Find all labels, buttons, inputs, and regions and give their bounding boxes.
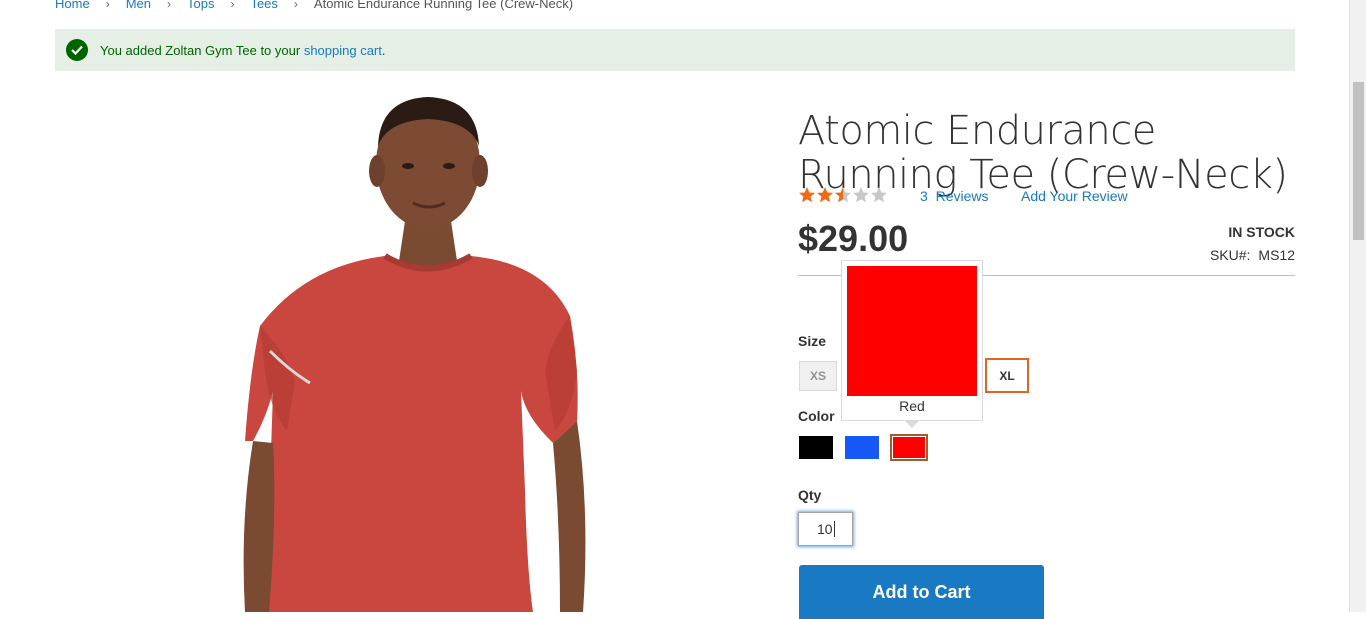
swatch-tooltip: Red — [841, 260, 983, 428]
success-message: You added Zoltan Gym Tee to your shoppin… — [55, 29, 1295, 71]
breadcrumb-separator: › — [293, 0, 298, 11]
product-image[interactable] — [55, 71, 775, 612]
qty-value: 10 — [817, 521, 833, 537]
swatch-tooltip-label: Red — [899, 398, 925, 414]
text-caret — [833, 521, 835, 537]
size-option-xs[interactable]: XS — [799, 361, 837, 391]
star-icon — [817, 187, 833, 203]
reviews-link[interactable]: 3 Reviews — [920, 188, 988, 204]
size-label: Size — [798, 333, 827, 349]
qty-input[interactable]: 10 — [798, 512, 853, 546]
swatch-tooltip-preview — [847, 266, 977, 396]
size-option-xl[interactable]: XL — [985, 358, 1029, 393]
sku-value: MS12 — [1258, 247, 1295, 263]
product-price: $29.00 — [798, 218, 909, 259]
color-swatch-black[interactable] — [799, 436, 833, 459]
page-scrollbar[interactable] — [1349, 0, 1366, 612]
star-icon — [871, 187, 887, 203]
check-icon — [66, 39, 88, 61]
breadcrumb-current: Atomic Endurance Running Tee (Crew-Neck) — [313, 0, 574, 11]
message-prefix: You added Zoltan Gym Tee to your — [100, 42, 304, 58]
reviews-count: 3 — [920, 188, 928, 204]
scrollbar-thumb[interactable] — [1353, 82, 1364, 240]
breadcrumb-tops[interactable]: Tops — [187, 0, 214, 11]
qty-label: Qty — [798, 487, 822, 503]
add-review-link[interactable]: Add Your Review — [1021, 188, 1128, 204]
rating-stars — [798, 186, 891, 204]
breadcrumb-home[interactable]: Home — [55, 0, 90, 11]
breadcrumb-men[interactable]: Men — [126, 0, 151, 11]
star-icon — [799, 187, 815, 203]
color-label: Color — [798, 408, 835, 424]
add-to-cart-button[interactable]: Add to Cart — [799, 565, 1044, 619]
breadcrumb-separator: › — [105, 0, 110, 11]
tooltip-arrow — [904, 420, 920, 428]
reviews-label: Reviews — [935, 188, 989, 204]
success-message-text: You added Zoltan Gym Tee to your shoppin… — [100, 43, 386, 58]
product-sku: SKU#: MS12 — [1210, 247, 1295, 263]
star-icon — [853, 187, 869, 203]
breadcrumb-tees[interactable]: Tees — [250, 0, 277, 11]
breadcrumb-separator: › — [230, 0, 235, 11]
breadcrumb: Home › Men › Tops › Tees › Atomic Endura… — [55, 0, 573, 11]
product-title: Atomic Endurance Running Tee (Crew-Neck) — [798, 107, 1288, 198]
star-icon — [835, 187, 851, 203]
message-suffix: . — [381, 42, 386, 58]
shopping-cart-link[interactable]: shopping cart — [304, 43, 382, 58]
stock-status: In stock — [1228, 224, 1295, 240]
breadcrumb-separator: › — [166, 0, 171, 11]
sku-label: SKU#: — [1209, 247, 1251, 263]
color-swatch-blue[interactable] — [845, 436, 879, 459]
color-swatch-red[interactable] — [890, 434, 928, 461]
